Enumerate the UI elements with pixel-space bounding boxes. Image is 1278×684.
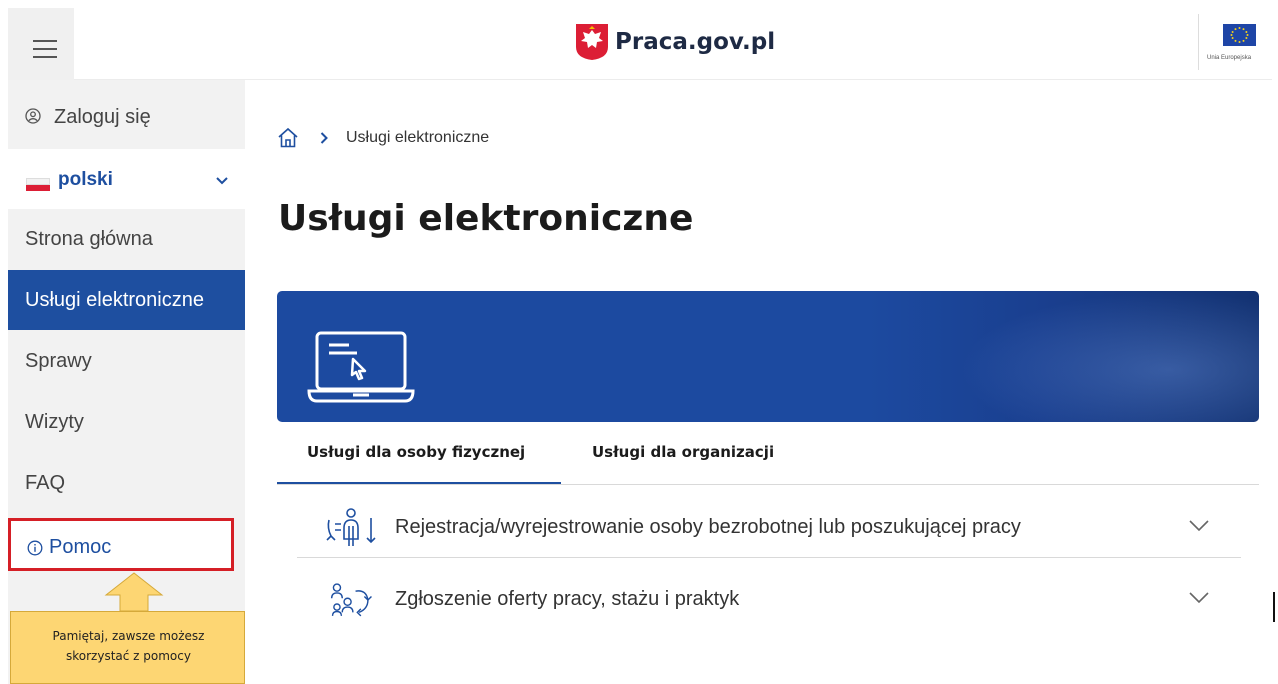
sidebar-item-e-services[interactable]: Usługi elektroniczne: [8, 270, 245, 330]
breadcrumb: Usługi elektroniczne: [276, 124, 489, 152]
sidebar-item-label: FAQ: [25, 472, 66, 494]
polish-eagle-emblem-icon: [576, 24, 608, 60]
polish-flag-icon: [26, 178, 50, 191]
sidebar-item-label: Strona główna: [25, 228, 153, 250]
accordion-item-job-offer[interactable]: Zgłoszenie oferty pracy, stażu i praktyk: [297, 574, 1241, 644]
accordion-label: Rejestracja/wyrejestrowanie osoby bezrob…: [395, 516, 1021, 538]
language-select[interactable]: polski: [8, 149, 245, 209]
sidebar-item-label: Usługi elektroniczne: [25, 289, 204, 311]
header-divider: [74, 79, 1272, 80]
top-header: Praca.gov.pl Unia Europejska: [0, 0, 1278, 80]
sidebar: Zaloguj się polski Strona główna Usługi …: [8, 80, 245, 684]
accordion-item-registration[interactable]: Rejestracja/wyrejestrowanie osoby bezrob…: [297, 502, 1241, 572]
login-link[interactable]: Zaloguj się: [8, 80, 245, 149]
service-tabs: Usługi dla osoby fizycznej Usługi dla or…: [277, 428, 1259, 485]
eu-logo: Unia Europejska: [1198, 14, 1269, 70]
eu-label: Unia Europejska: [1207, 55, 1252, 61]
page-title: Usługi elektroniczne: [278, 198, 694, 239]
chevron-right-icon: [320, 132, 328, 144]
job-offer-people-icon: [330, 583, 372, 617]
home-icon[interactable]: [276, 126, 300, 150]
menu-toggle-button[interactable]: [8, 8, 74, 80]
tab-organization-services[interactable]: Usługi dla organizacji: [577, 428, 797, 482]
sidebar-item-cases[interactable]: Sprawy: [8, 331, 245, 391]
login-label: Zaloguj się: [54, 106, 151, 128]
callout-line-2: skorzystać z pomocy: [66, 649, 191, 663]
accordion-label: Zgłoszenie oferty pracy, stażu i praktyk: [395, 588, 740, 610]
laptop-cursor-icon: [307, 331, 415, 403]
language-label: polski: [58, 169, 113, 190]
banner-photo-overlay: [959, 291, 1259, 422]
chevron-down-icon: [216, 177, 228, 185]
eu-flag-icon: [1223, 24, 1256, 46]
hamburger-icon: [33, 40, 57, 58]
registration-people-icon: [326, 508, 376, 546]
breadcrumb-current: Usługi elektroniczne: [346, 129, 490, 146]
sidebar-item-label: Wizyty: [25, 411, 84, 433]
help-tip-callout: Pamiętaj, zawsze możesz skorzystać z pom…: [10, 611, 245, 684]
tab-label: Usługi dla osoby fizycznej: [307, 443, 526, 461]
callout-line-1: Pamiętaj, zawsze możesz: [52, 629, 205, 643]
hero-banner: [277, 291, 1259, 422]
sidebar-item-home[interactable]: Strona główna: [8, 209, 245, 269]
sidebar-item-faq[interactable]: FAQ: [8, 453, 245, 513]
tab-label: Usługi dla organizacji: [592, 443, 775, 461]
sidebar-item-help[interactable]: Pomoc: [8, 518, 234, 571]
text-cursor-mark: [1273, 592, 1275, 622]
tab-individual-services[interactable]: Usługi dla osoby fizycznej: [277, 428, 561, 485]
callout-arrow-icon: [104, 572, 164, 611]
brand-title: Praca.gov.pl: [615, 29, 776, 55]
sidebar-item-visits[interactable]: Wizyty: [8, 392, 245, 452]
info-circle-icon: [27, 540, 43, 556]
help-label: Pomoc: [49, 536, 112, 558]
sidebar-item-label: Sprawy: [25, 350, 92, 372]
accordion-divider: [297, 557, 1241, 558]
brand-link[interactable]: Praca.gov.pl: [575, 22, 775, 62]
chevron-down-icon[interactable]: [1189, 520, 1209, 532]
tabs-divider: [277, 484, 1259, 485]
chevron-down-icon[interactable]: [1189, 592, 1209, 604]
user-circle-icon: [25, 108, 41, 124]
